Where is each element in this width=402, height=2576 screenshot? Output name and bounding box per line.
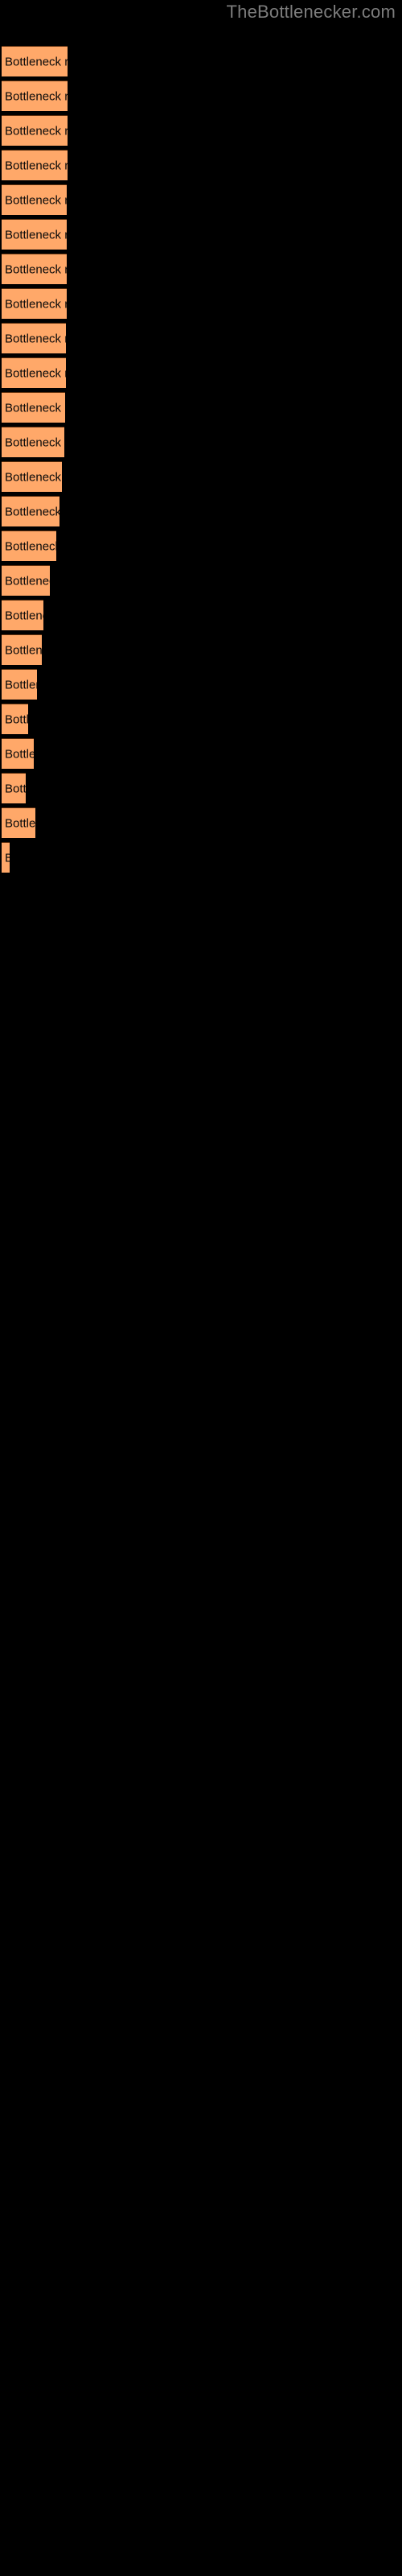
bar-label: Bottleneck result: [5, 816, 35, 830]
bar-label: Bottleneck result: [5, 539, 56, 553]
bottleneck-bar-chart: Bottleneck result Bottleneck result Bottle…: [0, 0, 402, 2576]
bar-label: Bottleneck result: [5, 643, 42, 657]
bar-label: Bottleneck result: [5, 159, 68, 172]
bottleneck-result-bar[interactable]: Bottleneck result: [2, 80, 68, 111]
bottleneck-result-bar[interactable]: Bottleneck result: [2, 254, 67, 284]
bottleneck-result-bar[interactable]: Bottleneck result: [2, 704, 28, 734]
bottleneck-result-bar[interactable]: Bottleneck result: [2, 530, 56, 561]
bar-label: Bottleneck result: [5, 470, 62, 484]
bar-label: Bottleneck result: [5, 712, 28, 726]
page-root: TheBottlenecker.com Bottleneck resultBot…: [0, 0, 402, 2576]
bottleneck-result-bar[interactable]: Bottleneck result: [2, 807, 35, 838]
bottleneck-result-bar[interactable]: Bottleneck result: [2, 773, 26, 803]
bottleneck-result-bar[interactable]: Bottleneck result: [2, 184, 67, 215]
bottleneck-result-bar[interactable]: Bottleneck result: [2, 461, 62, 492]
bar-label: Bottleneck result: [5, 193, 67, 207]
bar-label: Bottleneck result: [5, 89, 68, 103]
bottleneck-result-bar[interactable]: Bottleneck result: [2, 600, 43, 630]
bottleneck-result-bar[interactable]: Bottleneck result: [2, 150, 68, 180]
bottleneck-result-bar[interactable]: Bottleneck result: [2, 357, 66, 388]
bar-label: Bottleneck result: [5, 782, 26, 795]
bar-label: Bottleneck result: [5, 436, 64, 449]
bottleneck-result-bar[interactable]: Bottleneck result: [2, 669, 37, 700]
bar-label: Bottleneck result: [5, 574, 50, 588]
bar-label: Bottleneck result: [5, 55, 68, 68]
bottleneck-result-bar[interactable]: Bottleneck result: [2, 496, 59, 526]
bottleneck-result-bar[interactable]: Bottleneck result: [2, 427, 64, 457]
bar-label: Bottleneck result: [5, 262, 67, 276]
bottleneck-result-bar[interactable]: Bottleneck result: [2, 738, 34, 769]
bottleneck-result-bar[interactable]: Bottleneck result: [2, 115, 68, 146]
bar-label: Bottleneck result: [5, 678, 37, 691]
bar-label: Bottleneck result: [5, 366, 66, 380]
bottleneck-result-bar[interactable]: Bottleneck result: [2, 46, 68, 76]
bar-label: Bottleneck result: [5, 297, 67, 311]
bottleneck-result-bar[interactable]: Bottleneck result: [2, 634, 42, 665]
bar-label: Bottleneck result: [5, 747, 34, 761]
bottleneck-result-bar[interactable]: Bottleneck result: [2, 219, 67, 250]
bar-label: Bottleneck result: [5, 851, 10, 865]
bottleneck-result-bar[interactable]: Bottleneck result: [2, 392, 65, 423]
bar-label: Bottleneck result: [5, 609, 43, 622]
bar-label: Bottleneck result: [5, 228, 67, 242]
bar-label: Bottleneck result: [5, 505, 59, 518]
bottleneck-result-bar[interactable]: Bottleneck result: [2, 288, 67, 319]
bar-label: Bottleneck result: [5, 401, 65, 415]
bottleneck-result-bar[interactable]: Bottleneck result: [2, 842, 10, 873]
bottleneck-result-bar[interactable]: Bottleneck result: [2, 323, 66, 353]
bottleneck-result-bar[interactable]: Bottleneck result: [2, 565, 50, 596]
bar-label: Bottleneck result: [5, 332, 66, 345]
bar-label: Bottleneck result: [5, 124, 68, 138]
